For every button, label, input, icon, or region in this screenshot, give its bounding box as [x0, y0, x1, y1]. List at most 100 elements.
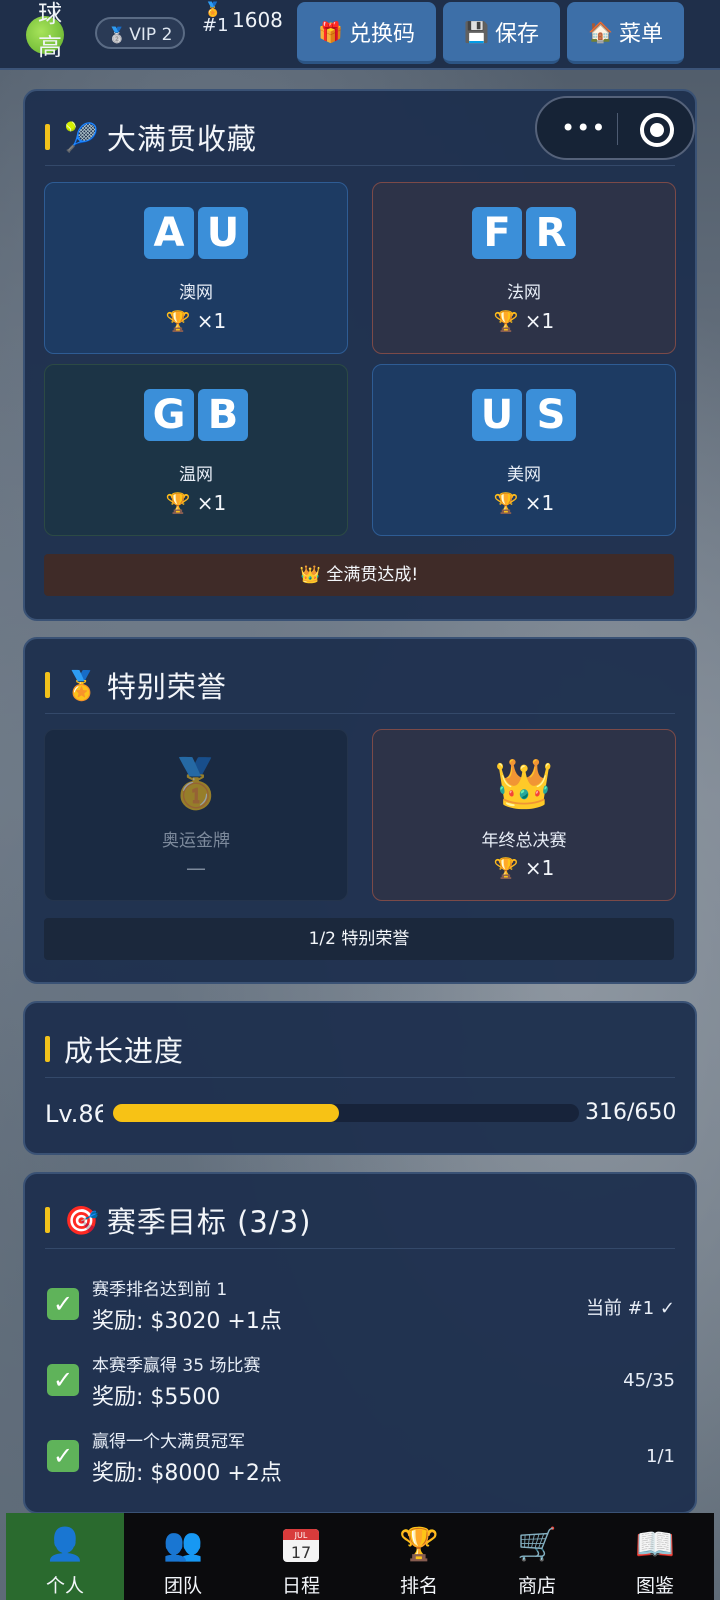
title-count: 🏆 ×1 [373, 491, 675, 515]
tournament-name: 法网 [507, 283, 541, 303]
tournament-code: FR [373, 207, 675, 259]
person-icon: 👤 [45, 1525, 85, 1563]
honors-summary: 1/2 特别荣誉 [44, 918, 674, 960]
nav-label: 日程 [281, 1575, 320, 1597]
more-icon[interactable]: ••• [561, 116, 606, 140]
tournament-code: GB [45, 389, 347, 441]
goal-status: 45/35 [623, 1370, 675, 1391]
redeem-code-label: 兑换码 [348, 21, 415, 47]
accent-bar [45, 1207, 50, 1233]
nav-label: 商店 [517, 1575, 556, 1597]
grand-slam-complete-banner: 👑 全满贯达成! [44, 554, 674, 596]
count-value: ×1 [524, 309, 555, 333]
calendar-day: 17 [291, 1543, 311, 1562]
honor-tile-olympic-gold[interactable]: 🥇 奥运金牌 — [44, 729, 348, 901]
checkbox-checked-icon: ✓ [47, 1288, 79, 1320]
calendar-icon: JUL 17 [242, 1527, 360, 1569]
accent-bar [45, 124, 50, 150]
tournament-code: AU [45, 207, 347, 259]
trophy-icon: 🏆 [165, 491, 191, 515]
xp-progress-fill [113, 1104, 340, 1122]
growth-progress-card: 成长进度 [23, 1001, 697, 1155]
nav-tab-collection[interactable]: 📖 图鉴 [596, 1513, 714, 1600]
goal-status: 1/1 [646, 1446, 675, 1467]
goal-item: ✓ 本赛季赢得 35 场比赛 奖励: $5500 45/35 [45, 1346, 675, 1416]
honor-count: — [186, 856, 206, 880]
goal-item: ✓ 赛季排名达到前 1 奖励: $3020 +1点 当前 #1 ✓ [45, 1270, 675, 1340]
goal-item: ✓ 赢得一个大满贯冠军 奖励: $8000 +2点 1/1 [45, 1422, 675, 1492]
checkbox-checked-icon: ✓ [47, 1364, 79, 1396]
checkbox-checked-icon: ✓ [47, 1440, 79, 1472]
card-header: 成长进度 [45, 1021, 675, 1078]
goal-reward: 奖励: $5500 [92, 1385, 221, 1410]
calendar-month: JUL [294, 1531, 308, 1540]
nav-tab-ranking[interactable]: 🏆 排名 [360, 1513, 478, 1600]
tournament-name: 温网 [179, 465, 213, 485]
vip-badge[interactable]: 🥈 VIP 2 [95, 17, 185, 49]
honor-count: 🏆 ×1 [373, 856, 675, 880]
tournament-code: US [373, 389, 675, 441]
banner-text: 全满贯达成! [326, 565, 419, 585]
title-count: 🏆 ×1 [45, 309, 347, 333]
card-title: 大满贯收藏 [106, 122, 257, 156]
goal-reward: 奖励: $3020 +1点 [92, 1309, 282, 1334]
honor-tile-year-end-finals[interactable]: 👑 年终总决赛 🏆 ×1 [372, 729, 676, 901]
close-capsule-icon[interactable] [640, 113, 674, 147]
trophy-icon: 🏆 [493, 856, 519, 880]
save-label: 保存 [494, 21, 539, 47]
card-title: 特别荣誉 [106, 670, 227, 704]
xp-value: 316/650 [585, 1100, 677, 1125]
slam-tile-gb[interactable]: GB 温网 🏆 ×1 [44, 364, 348, 536]
nav-label: 排名 [399, 1575, 438, 1597]
card-title: 赛季目标 (3/3) [106, 1205, 312, 1239]
player-name: 球高 [38, 0, 62, 61]
accent-bar [45, 1036, 50, 1062]
house-icon: 🏠 [588, 19, 613, 44]
trophy-icon: 🏆 [399, 1525, 439, 1563]
target-icon: 🎯 [64, 1203, 99, 1237]
grand-slam-card: 🎾 大满贯收藏 [23, 89, 697, 621]
count-value: ×1 [524, 856, 555, 880]
people-icon: 👥 [163, 1525, 203, 1563]
honor-name: 奥运金牌 [162, 831, 230, 851]
slam-tile-au[interactable]: AU 澳网 🏆 ×1 [44, 182, 348, 354]
card-title: 成长进度 [64, 1034, 185, 1068]
level-label: Lv.86 [45, 1100, 103, 1128]
rank-badge: 🏅 #1 [202, 0, 229, 36]
nav-tab-team[interactable]: 👥 团队 [124, 1513, 242, 1600]
goal-description: 赛季排名达到前 1 [92, 1280, 228, 1300]
title-count: 🏆 ×1 [373, 309, 675, 333]
floppy-disk-icon: 💾 [464, 19, 489, 44]
slam-tile-us[interactable]: US 美网 🏆 ×1 [372, 364, 676, 536]
redeem-code-button[interactable]: 🎁 兑换码 [297, 2, 436, 64]
xp-progress-bar [113, 1104, 579, 1122]
code-letter: U [198, 207, 248, 259]
gift-icon: 🎁 [318, 19, 343, 44]
count-value: ×1 [196, 491, 227, 515]
code-letter: U [472, 389, 522, 441]
code-letter: B [198, 389, 248, 441]
nav-tab-shop[interactable]: 🛒 商店 [478, 1513, 596, 1600]
trophy-icon: 🏆 [493, 491, 519, 515]
menu-button[interactable]: 🏠 菜单 [567, 2, 684, 64]
nav-label: 图鉴 [635, 1575, 674, 1597]
crown-icon: 👑 [494, 756, 554, 812]
nav-tab-schedule[interactable]: JUL 17 日程 [242, 1513, 360, 1600]
save-button[interactable]: 💾 保存 [443, 2, 560, 64]
code-letter: F [472, 207, 522, 259]
slam-tile-fr[interactable]: FR 法网 🏆 ×1 [372, 182, 676, 354]
card-header: 🏅 特别荣誉 [45, 657, 675, 714]
medal-icon: 🥈 [107, 26, 127, 44]
tournament-name: 美网 [507, 465, 541, 485]
mini-program-capsule: ••• [535, 96, 695, 160]
shopping-cart-icon: 🛒 [517, 1525, 557, 1563]
title-count: 🏆 ×1 [45, 491, 347, 515]
rank-label: #1 [202, 15, 229, 36]
code-letter: G [144, 389, 194, 441]
medal-icon: 🏅 [204, 2, 222, 18]
nav-tab-profile[interactable]: 👤 个人 [6, 1513, 124, 1600]
count-value: ×1 [524, 491, 555, 515]
goal-description: 本赛季赢得 35 场比赛 [92, 1356, 261, 1376]
nav-label: 个人 [45, 1575, 84, 1597]
code-letter: R [526, 207, 576, 259]
